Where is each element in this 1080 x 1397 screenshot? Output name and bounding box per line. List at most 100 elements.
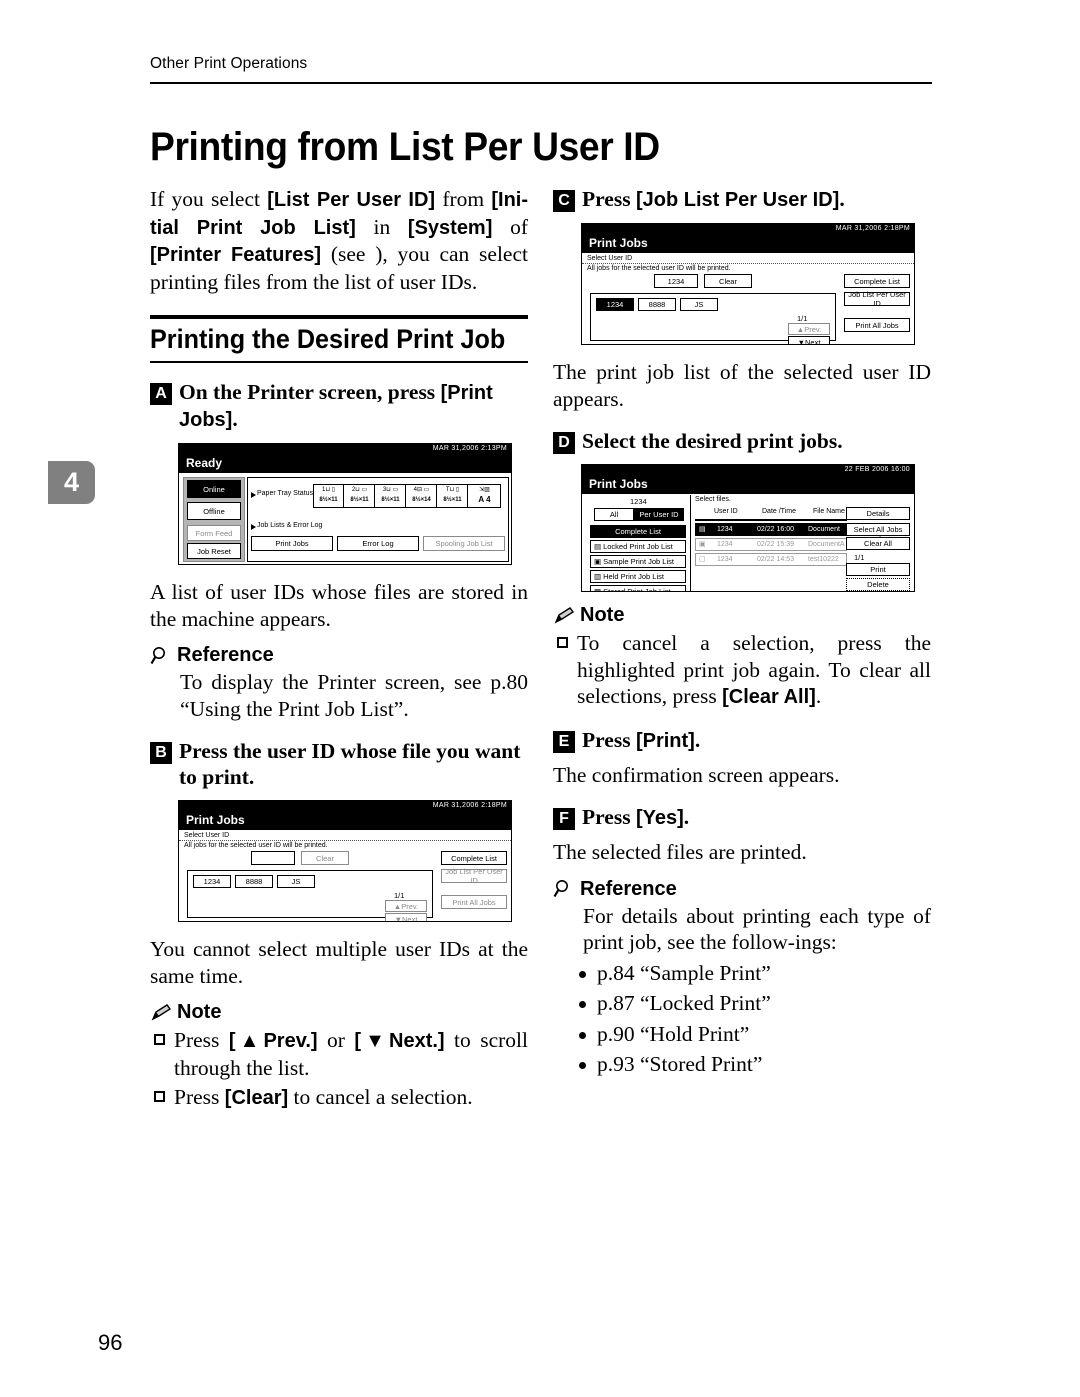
job-list-user-id-label: 1234 — [630, 497, 647, 506]
pencil-icon — [150, 1003, 172, 1023]
row-2-datetime: 02/22 15:39 — [757, 541, 794, 548]
table-row[interactable]: ▤ 1234 02/22 16:00 Document — [695, 523, 847, 536]
job-list-print-button[interactable]: Print — [846, 563, 910, 576]
bullet-dot-icon — [579, 970, 586, 978]
step-4-text: Select the desired print jobs. — [582, 429, 843, 453]
printer-ready-status-time: MAR 31,2006 2:13PM — [179, 444, 511, 454]
job-list-stored-print-job-list-button[interactable]: ▦ Stored Print Job List — [590, 585, 686, 591]
tray-1-size: 8½×11 — [319, 497, 338, 503]
select-user-c-page-indicator: 1/1 — [797, 314, 808, 323]
select-user-c-job-list-per-user-id-button[interactable]: Job List Per User ID — [844, 290, 910, 308]
tray-2-size: 8½×11 — [350, 497, 369, 503]
printer-ready-form-feed-button[interactable]: Form Feed — [187, 525, 241, 541]
note-bullet-icon — [154, 1034, 165, 1045]
job-list-delete-button[interactable]: Delete — [846, 578, 910, 591]
select-user-b-complete-list-button[interactable]: Complete List — [441, 851, 507, 865]
select-user-c-id-8888[interactable]: 8888 — [638, 298, 676, 311]
step-6-pre: Press — [582, 805, 636, 829]
tray-t-size: 8½×11 — [443, 497, 462, 503]
select-user-c-print-all-jobs-button[interactable]: Print All Jobs — [844, 318, 910, 332]
table-row[interactable]: ▣ 1234 02/22 15:39 DocumentA — [695, 538, 847, 551]
after-step-2-text: You cannot select multiple user IDs at t… — [150, 937, 528, 988]
select-user-b-page-indicator: 1/1 — [394, 891, 405, 900]
reference-2-label: Reference — [580, 877, 677, 900]
select-user-b-id-field[interactable] — [251, 851, 295, 865]
screen-printer-ready: MAR 31,2006 2:13PM Ready Online Offline … — [178, 443, 512, 565]
printer-ready-job-reset-button[interactable]: Job Reset — [187, 543, 241, 559]
sample-icon: ▣ — [594, 557, 602, 566]
select-user-c-id-js[interactable]: JS — [680, 298, 718, 311]
select-user-c-clear-button[interactable]: Clear — [704, 274, 752, 288]
step-6-number: F — [553, 808, 575, 830]
step-1: A On the Printer screen, press [Print Jo… — [150, 379, 528, 433]
select-user-b-note: All jobs for the selected user ID will b… — [179, 840, 511, 851]
select-user-c-id-field[interactable]: 1234 — [654, 274, 698, 288]
select-user-c-prev-button[interactable]: ▲ Prev. — [788, 323, 830, 335]
row-3-filename: test10222 — [808, 556, 839, 563]
job-list-panel-divider — [690, 495, 691, 591]
tray-4-size: 8½×14 — [412, 497, 431, 503]
reference-2-link-1: p.84 “Sample Print” — [579, 960, 931, 987]
after-step-5-text: The confirmation screen appears. — [553, 762, 840, 787]
note-1-i1-b1: [▲Prev.] — [228, 1030, 318, 1052]
reference-1-text: To display the Printer screen, see p.80 … — [180, 670, 528, 721]
select-user-b-prev-button[interactable]: ▲ Prev. — [385, 900, 427, 912]
note-bullet-icon — [154, 1091, 165, 1102]
reference-2-link-2-text: p.87 “Locked Print” — [597, 991, 771, 1015]
job-lists-arrow-icon — [251, 524, 256, 530]
job-list-sample-print-job-list-button[interactable]: ▣ Sample Print Job List — [590, 555, 686, 568]
step-4-number: D — [553, 432, 575, 454]
print-jobs-button[interactable]: Print Jobs — [251, 536, 333, 551]
note-2-item-1: To cancel a selection, press the highlig… — [553, 630, 931, 711]
step-6: F Press [Yes]. — [553, 804, 931, 831]
printer-ready-offline-button[interactable]: Offline — [187, 502, 241, 520]
job-list-held-print-job-list-button[interactable]: ▥ Held Print Job List — [590, 570, 686, 583]
step-1-number: A — [150, 383, 172, 405]
select-user-b-subtitle: Select User ID — [184, 832, 230, 839]
reference-2-link-3: p.90 “Hold Print” — [579, 1021, 931, 1048]
select-user-c-complete-list-button[interactable]: Complete List — [844, 274, 910, 288]
select-user-b-clear-button[interactable]: Clear — [301, 851, 349, 865]
job-list-toggle-all-button[interactable]: All — [594, 508, 634, 521]
select-user-c-next-button[interactable]: ▼ Next — [788, 336, 830, 344]
step-3-text: Press [Job List Per User ID]. — [582, 186, 845, 213]
job-list-locked-print-job-list-button[interactable]: ▤ Locked Print Job List — [590, 540, 686, 553]
step-2-number: B — [150, 742, 172, 764]
header-divider — [150, 82, 932, 84]
select-user-c-id-1234[interactable]: 1234 — [596, 298, 634, 311]
select-user-b-id-8888[interactable]: 8888 — [235, 875, 273, 888]
job-list-held-label: Held Print Job List — [603, 572, 664, 581]
tray-cell: 4⊟ ▭ 8½×14 — [407, 485, 437, 507]
note-1-i1-p1: Press — [174, 1028, 229, 1052]
job-list-details-button[interactable]: Details — [846, 507, 910, 520]
note-1-item-1: Press [▲Prev.] or [▼Next.] to scroll thr… — [150, 1027, 528, 1081]
job-list-title: Print Jobs — [582, 475, 914, 494]
job-list-complete-list-button[interactable]: Complete List — [590, 525, 686, 538]
select-user-b-next-button[interactable]: ▼ Next — [385, 913, 427, 921]
intro-t2: from — [435, 187, 492, 211]
after-step-1-text: A list of user IDs whose files are store… — [150, 580, 528, 631]
held-icon: ▥ — [594, 572, 602, 581]
job-list-clear-all-button[interactable]: Clear All — [846, 537, 910, 550]
job-list-select-all-jobs-button[interactable]: Select All Jobs — [846, 523, 910, 536]
step-6-text: Press [Yes]. — [582, 804, 689, 831]
step-5-pre: Press — [582, 727, 636, 752]
screen-job-list: 22 FEB 2006 16:00 Print Jobs 1234 All Pe… — [581, 464, 915, 592]
table-row[interactable]: ▢ 1234 02/22 14:53 test10222 — [695, 553, 847, 566]
spooling-job-list-button[interactable]: Spooling Job List — [423, 536, 505, 551]
select-user-b-print-all-jobs-button[interactable]: Print All Jobs — [441, 895, 507, 909]
job-lists-error-log-label: Job Lists & Error Log — [257, 522, 323, 529]
error-log-button[interactable]: Error Log — [337, 536, 419, 551]
tray-3-number: 3 — [382, 487, 387, 493]
select-user-b-id-1234[interactable]: 1234 — [193, 875, 231, 888]
step-5: E Press [Print]. — [553, 727, 931, 754]
pencil-icon — [553, 606, 575, 626]
tray-2-number: 2 — [351, 487, 356, 493]
select-user-b-id-js[interactable]: JS — [277, 875, 315, 888]
select-user-b-job-list-per-user-id-button[interactable]: Job List Per User ID — [441, 867, 507, 885]
printer-ready-online-button[interactable]: Online — [187, 480, 241, 498]
job-list-toggle-per-user-id-button[interactable]: Per User ID — [634, 508, 684, 521]
note-1-label: Note — [177, 1001, 222, 1023]
note-1-item-2-text: Press [Clear] to cancel a selection. — [174, 1084, 528, 1112]
row-2-user-id: 1234 — [717, 541, 733, 548]
